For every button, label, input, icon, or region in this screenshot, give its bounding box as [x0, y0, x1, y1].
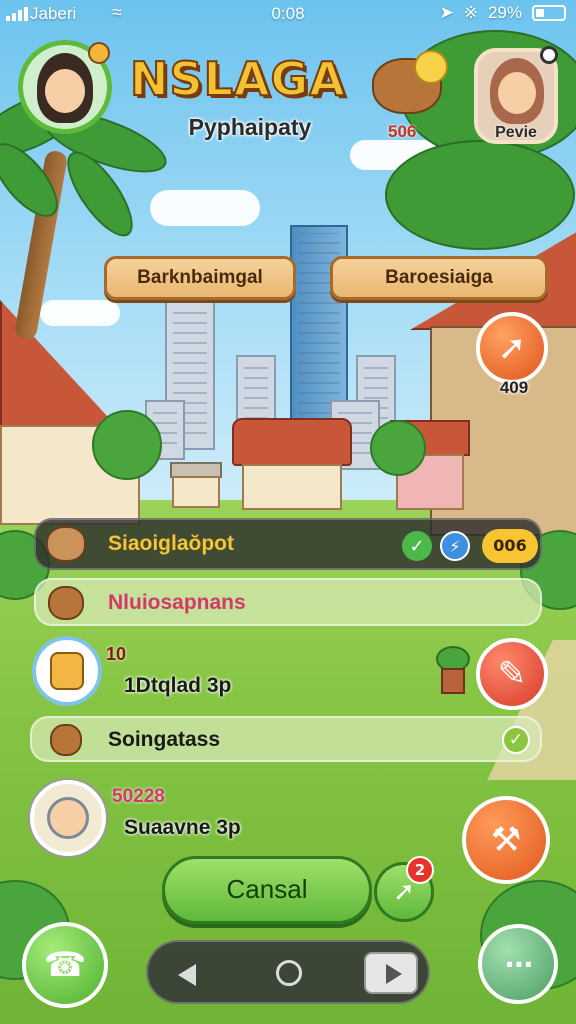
list-item-label[interactable]: 1Dtqlad 3p: [124, 674, 231, 698]
critter-icon: [48, 586, 84, 620]
profile-status-dot: [540, 46, 558, 64]
location-button-1[interactable]: Barknbaimgal: [104, 256, 296, 300]
bolt-icon[interactable]: ⚡: [440, 531, 470, 561]
critter-icon: [50, 724, 82, 756]
tree-canopy: [385, 140, 575, 250]
row-badge: 006: [482, 529, 538, 563]
notification-badge: 2: [406, 856, 434, 884]
arrow-quest-icon: ➚: [497, 328, 527, 368]
status-bar: Jaberi ≈ 0:08 ➤ ※ 29%: [0, 0, 576, 30]
cancel-button[interactable]: Cansal: [162, 856, 372, 924]
bush: [92, 410, 162, 480]
list-item[interactable]: Siaoiglaŏpot ✓ ⚡ 006: [34, 518, 542, 570]
list-item[interactable]: Soingatass ✓: [30, 716, 542, 762]
potted-plant-icon: [436, 646, 470, 696]
row-count: 10: [106, 644, 127, 664]
status-right: ➤ ※ 29%: [439, 3, 566, 23]
game-subtitle: Pyphaipaty: [188, 114, 312, 140]
bluetooth-icon: ※: [463, 3, 478, 22]
battery-percent: 29%: [487, 3, 522, 22]
grid-menu-icon: ⋯: [505, 947, 533, 981]
quest-button[interactable]: ➚: [476, 312, 548, 384]
cloud: [150, 190, 260, 226]
battery-icon: [532, 5, 566, 21]
forward-button[interactable]: [364, 952, 418, 994]
check-icon[interactable]: ✓: [402, 531, 432, 561]
navigation-bar: [146, 940, 430, 1004]
edit-button[interactable]: ✎: [476, 638, 548, 710]
phone-icon: ☎: [43, 945, 87, 985]
explorer-avatar[interactable]: [30, 780, 106, 856]
small-house: [170, 462, 222, 508]
currency-value: 506: [388, 122, 417, 141]
forward-icon: [386, 964, 402, 984]
row-count: 50228: [112, 786, 165, 807]
location-button-2[interactable]: Baroesiaiga: [330, 256, 548, 300]
phone-button[interactable]: ☎: [22, 922, 108, 1008]
lightning-card-icon[interactable]: [32, 636, 102, 706]
back-icon[interactable]: [178, 964, 196, 986]
profile-name: Pevie: [495, 124, 537, 141]
build-button[interactable]: ⚒: [462, 796, 550, 884]
avatar-level-badge: [88, 42, 110, 64]
location-arrow-icon: ➤: [439, 3, 454, 22]
menu-button[interactable]: ⋯: [478, 924, 558, 1004]
check-icon[interactable]: ✓: [502, 726, 530, 754]
home-icon[interactable]: [276, 960, 302, 986]
hammer-icon: ⚒: [490, 820, 522, 860]
pencil-icon: ✎: [497, 654, 527, 694]
center-house: [232, 418, 352, 510]
list-item-label[interactable]: Suaavne 3p: [124, 816, 241, 840]
raccoon-icon: [46, 526, 86, 562]
list-item-label: Siaoiglaŏpot: [108, 532, 234, 555]
list-item-label: Nluiosapnans: [108, 591, 246, 614]
bush: [370, 420, 426, 476]
game-title: NSLAGA: [129, 51, 346, 107]
quest-count: 409: [499, 378, 529, 397]
list-item[interactable]: Nluiosapnans: [34, 578, 542, 626]
smiley-icon: [414, 50, 448, 84]
list-item-label: Soingatass: [108, 728, 221, 751]
